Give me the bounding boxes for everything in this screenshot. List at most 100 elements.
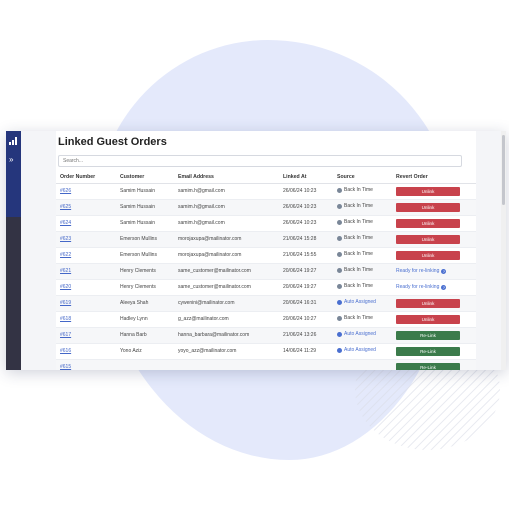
order-number-link[interactable]: #626 <box>60 188 71 194</box>
table-row: #615 Re-Link <box>56 359 476 370</box>
source-cell: Back In Time <box>333 247 392 264</box>
linked-at-cell: 26/06/24 10:23 <box>279 199 333 216</box>
linked-at-cell: 21/06/24 15:28 <box>279 231 333 248</box>
back-in-time-icon <box>337 187 342 193</box>
ready-for-relinking-status: Ready for re-linking? <box>396 268 447 274</box>
unlink-button[interactable]: Unlink <box>396 250 460 260</box>
source-cell: Back In Time <box>333 311 392 328</box>
source-label: Back In Time <box>337 187 373 193</box>
column-header-source: Source <box>333 171 392 184</box>
email-cell: same_customer@mailinator.com <box>174 263 279 280</box>
source-label: Back In Time <box>337 235 373 241</box>
source-cell <box>333 359 392 370</box>
column-header-order-number: Order Number <box>56 171 116 184</box>
customer-cell: Henry Clements <box>116 263 174 280</box>
bar-chart-logo-icon[interactable] <box>8 136 19 146</box>
scrollbar[interactable] <box>501 131 506 370</box>
table-row: #616 Yono Aziz yoyo_azz@mailinator.com 14/0… <box>56 343 476 360</box>
back-in-time-icon <box>337 283 342 289</box>
linked-at-cell: 20/06/24 19:27 <box>279 279 333 296</box>
table-row: #624 Samim Hussain samim.h@gmail.com 26/06/… <box>56 215 476 232</box>
order-number-cell: #620 <box>56 279 116 296</box>
unlink-button[interactable]: Unlink <box>396 298 460 308</box>
relink-button[interactable]: Re-Link <box>396 362 460 370</box>
order-number-cell: #618 <box>56 311 116 328</box>
source-cell: Auto Assigned <box>333 343 392 360</box>
help-icon[interactable]: ? <box>441 268 447 274</box>
linked-at-cell: 20/06/24 10:27 <box>279 311 333 328</box>
email-cell <box>174 359 279 370</box>
revert-order-cell: Re-Link <box>392 359 476 370</box>
customer-cell: Henry Clements <box>116 279 174 296</box>
revert-order-cell: Unlink <box>392 247 476 264</box>
unlink-button[interactable]: Unlink <box>396 218 460 228</box>
email-cell: yoyo_azz@mailinator.com <box>174 343 279 360</box>
customer-cell: Samim Hussain <box>116 199 174 216</box>
column-header-customer: Customer <box>116 171 174 184</box>
linked-at-cell <box>279 359 333 370</box>
order-number-link[interactable]: #622 <box>60 252 71 258</box>
order-number-cell: #616 <box>56 343 116 360</box>
order-number-cell: #625 <box>56 199 116 216</box>
revert-order-cell: Re-Link <box>392 327 476 344</box>
source-cell: Auto Assigned <box>333 295 392 312</box>
source-label: Back In Time <box>337 315 373 321</box>
linked-at-cell: 26/06/24 10:23 <box>279 215 333 232</box>
order-number-link[interactable]: #624 <box>60 220 71 226</box>
unlink-button[interactable]: Unlink <box>396 186 460 196</box>
source-text: Back In Time <box>344 283 373 290</box>
order-number-link[interactable]: #617 <box>60 332 71 338</box>
unlink-button[interactable]: Unlink <box>396 234 460 244</box>
revert-order-cell: Unlink <box>392 311 476 328</box>
ready-status-text: Ready for re-linking <box>396 284 440 290</box>
search-input[interactable] <box>58 155 462 167</box>
source-cell: Auto Assigned <box>333 327 392 344</box>
email-cell: g_azz@mailinator.com <box>174 311 279 328</box>
help-icon[interactable]: ? <box>441 284 447 290</box>
source-text: Auto Assigned <box>344 347 376 354</box>
order-number-link[interactable]: #620 <box>60 284 71 290</box>
order-number-link[interactable]: #618 <box>60 316 71 322</box>
source-cell: Back In Time <box>333 263 392 280</box>
customer-cell: Hanna Barb <box>116 327 174 344</box>
revert-order-cell: Unlink <box>392 199 476 216</box>
source-text: Back In Time <box>344 203 373 210</box>
source-label: Back In Time <box>337 251 373 257</box>
unlink-button[interactable]: Unlink <box>396 202 460 212</box>
relink-button[interactable]: Re-Link <box>396 330 460 340</box>
source-text: Back In Time <box>344 267 373 274</box>
order-number-link[interactable]: #621 <box>60 268 71 274</box>
customer-cell: Samim Hussain <box>116 215 174 232</box>
scrollbar-thumb[interactable] <box>502 135 505 205</box>
linked-at-cell: 21/06/24 13:26 <box>279 327 333 344</box>
unlink-button[interactable]: Unlink <box>396 314 460 324</box>
order-number-cell: #624 <box>56 215 116 232</box>
customer-cell: Yono Aziz <box>116 343 174 360</box>
linked-at-cell: 14/06/24 11:29 <box>279 343 333 360</box>
order-number-link[interactable]: #619 <box>60 300 71 306</box>
relink-button[interactable]: Re-Link <box>396 346 460 356</box>
order-number-cell: #626 <box>56 183 116 200</box>
order-number-link[interactable]: #623 <box>60 236 71 242</box>
sidebar-expand-icon[interactable]: » <box>9 156 14 164</box>
source-text: Back In Time <box>344 235 373 242</box>
order-number-link[interactable]: #625 <box>60 204 71 210</box>
table-body: #626 Samim Hussain samim.h@gmail.com 26/06/… <box>56 183 476 370</box>
revert-order-cell: Unlink <box>392 215 476 232</box>
email-cell: morojaxupa@mailinator.com <box>174 231 279 248</box>
order-number-cell: #621 <box>56 263 116 280</box>
email-cell: samim.h@gmail.com <box>174 215 279 232</box>
order-number-link[interactable]: #615 <box>60 364 71 370</box>
column-header-linked-at: Linked At <box>279 171 333 184</box>
sidebar: » <box>6 131 21 370</box>
customer-cell: Emerson Mullins <box>116 247 174 264</box>
auto-assigned-icon <box>337 347 342 353</box>
table-row: #617 Hanna Barb hanna_barbara@mailinator.c… <box>56 327 476 344</box>
source-text: Auto Assigned <box>344 331 376 338</box>
order-number-link[interactable]: #616 <box>60 348 71 354</box>
source-label: Back In Time <box>337 219 373 225</box>
table-row: #625 Samim Hussain samim.h@gmail.com 26/06/… <box>56 199 476 216</box>
back-in-time-icon <box>337 315 342 321</box>
email-cell: samim.h@gmail.com <box>174 199 279 216</box>
auto-assigned-icon <box>337 299 342 305</box>
